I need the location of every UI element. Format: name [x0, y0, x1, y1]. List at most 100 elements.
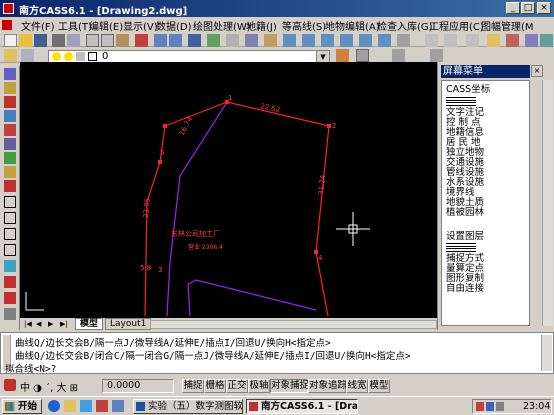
ime-icon[interactable] [4, 379, 16, 391]
screen-menu-item[interactable]: 自由连接 [446, 284, 484, 294]
measure-icon[interactable] [4, 308, 16, 320]
tab-next-icon[interactable]: ▶ [48, 319, 58, 329]
ime-mode-icon[interactable]: 中 ◑ ˊ, 大 ⊞ [20, 379, 78, 394]
paste-icon[interactable] [116, 34, 129, 47]
offset-icon[interactable] [4, 166, 16, 178]
desktop-icon[interactable] [80, 400, 92, 412]
layer-manager-icon[interactable] [4, 49, 17, 62]
menu-feature-edit[interactable]: 地物编辑(A) [325, 18, 380, 33]
open-folder-icon[interactable] [19, 34, 32, 47]
ortho-toggle[interactable]: 正交 [226, 379, 248, 393]
document-icon[interactable] [2, 20, 12, 30]
pan-icon[interactable] [264, 34, 277, 47]
tab-first-icon[interactable]: |◀ [24, 319, 34, 329]
cut-icon[interactable] [86, 34, 99, 47]
regen-icon[interactable] [397, 34, 410, 47]
speaker-icon[interactable] [496, 402, 504, 411]
menu-view[interactable]: 显示(V) [123, 18, 158, 33]
app-quicklaunch-icon[interactable] [112, 400, 124, 412]
match-properties-icon[interactable] [135, 34, 148, 47]
osnap-icon[interactable] [207, 34, 220, 47]
start-button[interactable]: 开始 [2, 399, 42, 414]
print-icon[interactable] [52, 34, 65, 47]
tray-icon[interactable] [486, 402, 494, 411]
menu-edit[interactable]: 编辑(E) [89, 18, 123, 33]
zoom-in-icon[interactable] [340, 34, 353, 47]
otrack-toggle[interactable]: 对象追踪 [308, 379, 347, 393]
line-tool-icon[interactable] [4, 68, 16, 80]
tray-icon[interactable] [476, 402, 484, 411]
tab-last-icon[interactable]: ▶| [60, 319, 70, 329]
zoom-extents-icon[interactable] [378, 34, 391, 47]
redraw-icon[interactable] [4, 96, 16, 108]
folder-icon[interactable] [64, 400, 76, 412]
menu-engineering[interactable]: 工程应用(C) [429, 18, 484, 33]
rectangle-icon[interactable] [4, 196, 16, 208]
ucs-icon[interactable] [226, 34, 239, 47]
close-button[interactable]: × [537, 2, 551, 14]
color-control-icon[interactable] [356, 49, 369, 62]
view-icon[interactable] [245, 34, 258, 47]
task-cass[interactable]: 南方CASS6.1 - [Drawing... [246, 399, 358, 414]
model-toggle[interactable]: 模型 [368, 379, 390, 393]
help-icon[interactable] [540, 34, 553, 47]
linetype-control-icon[interactable] [392, 49, 405, 62]
horizontal-scrollbar[interactable] [150, 320, 437, 329]
hatch-icon[interactable] [4, 260, 16, 272]
media-icon[interactable] [96, 400, 108, 412]
back-arrow-icon[interactable] [425, 34, 438, 47]
save-icon[interactable] [34, 34, 47, 47]
zoom-out-icon[interactable] [359, 34, 372, 47]
menu-cadastre[interactable]: 地籍(J) [246, 18, 277, 33]
menu-sheet[interactable]: 图幅管理(M) [481, 18, 533, 33]
new-file-icon[interactable] [4, 34, 17, 47]
design-center-icon[interactable] [525, 34, 538, 47]
snap-toggle[interactable]: 捕捉 [182, 379, 204, 393]
menu-tools[interactable]: 工具(T) [58, 18, 92, 33]
command-scrollbar[interactable] [541, 335, 552, 371]
lineweight-toggle[interactable]: 线宽 [346, 379, 368, 393]
copy-entity-icon[interactable] [4, 152, 16, 164]
redo-icon[interactable] [169, 34, 182, 47]
preview-icon[interactable] [67, 34, 80, 47]
layer-state-icon[interactable] [21, 49, 34, 62]
undo-icon[interactable] [154, 34, 167, 47]
hyperlink-icon[interactable] [188, 34, 201, 47]
tab-model[interactable]: 模型 [75, 318, 104, 330]
properties-icon[interactable] [506, 34, 519, 47]
circle-icon[interactable] [4, 244, 16, 256]
delete-icon[interactable] [4, 124, 16, 136]
polar-toggle[interactable]: 极轴 [248, 379, 270, 393]
menu-check[interactable]: 检查入库(G) [377, 18, 433, 33]
forward-arrow-icon[interactable] [444, 34, 457, 47]
polygon-icon[interactable] [4, 212, 16, 224]
zoom-previous-icon[interactable] [321, 34, 334, 47]
arc-icon[interactable] [4, 228, 16, 240]
tab-prev-icon[interactable]: ◀ [36, 319, 46, 329]
task-experiment[interactable]: 实验（五）数字测图软... [133, 399, 243, 414]
osnap-toggle[interactable]: 对象捕捉 [270, 379, 309, 393]
menu-file[interactable]: 文件(F) [21, 18, 55, 33]
grid-toggle[interactable]: 栅格 [204, 379, 226, 393]
make-current-icon[interactable] [336, 49, 349, 62]
zoom-realtime-icon[interactable] [283, 34, 296, 47]
move-icon[interactable] [4, 138, 16, 150]
drawing-canvas[interactable]: 22.52 16.74 23.95 31.24 5.8 东林公司加工厂 营业 2… [20, 62, 437, 318]
screen-menu-item[interactable]: 植被园林 [446, 208, 484, 218]
polyline-tool-icon[interactable] [4, 82, 16, 94]
maximize-button[interactable]: □ [521, 2, 535, 14]
screen-menu-scrollbar[interactable] [542, 80, 553, 326]
menu-draw[interactable]: 绘图处理(W) [193, 18, 251, 33]
arc-tool-icon[interactable] [466, 34, 479, 47]
ie-icon[interactable] [48, 400, 60, 412]
annotate-icon[interactable] [4, 180, 16, 192]
menu-data[interactable]: 数据(D) [156, 18, 192, 33]
lineweight-control-icon[interactable] [430, 49, 443, 62]
close-icon[interactable]: × [531, 65, 543, 77]
clock[interactable]: 23:04 [523, 401, 550, 412]
zoom-window-icon[interactable] [302, 34, 315, 47]
command-prompt[interactable]: 拟合线<N>? [5, 361, 56, 375]
tab-layout1[interactable]: Layout1 [105, 318, 152, 330]
menu-contour[interactable]: 等高线(S) [282, 18, 326, 33]
screen-menu-item[interactable]: 设置图层 [446, 232, 484, 242]
